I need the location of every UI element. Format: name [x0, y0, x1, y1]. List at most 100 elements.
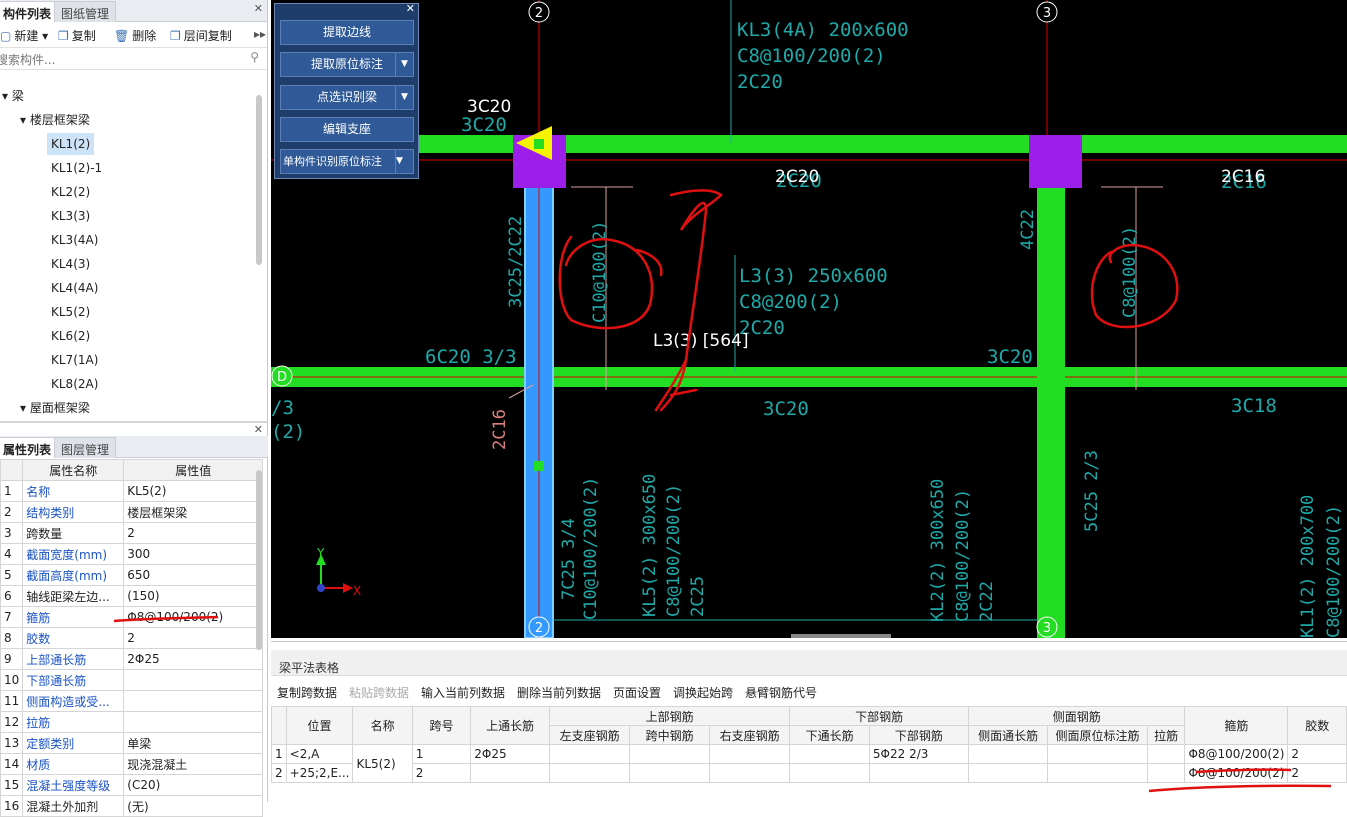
extract-inplace-button[interactable]: 提取原位标注 ▼ [280, 52, 414, 77]
property-value[interactable] [123, 690, 264, 712]
property-value[interactable]: 2Φ25 [123, 648, 264, 670]
edit-support-button[interactable]: 编辑支座 [280, 117, 414, 142]
cell-bot-bar[interactable] [868, 763, 969, 783]
tab-property-list[interactable]: 属性列表 [0, 437, 59, 458]
cell-top-left[interactable] [549, 744, 631, 764]
property-value[interactable]: 650 [123, 564, 264, 586]
canvas-splitter-handle[interactable] [791, 634, 891, 638]
tree-scrollbar[interactable] [256, 95, 262, 265]
cell-stirrup[interactable]: Φ8@100/200(2) [1184, 763, 1289, 783]
cell-legs[interactable]: 2 [1287, 763, 1347, 783]
property-row[interactable]: 4 截面宽度(mm) 300 [0, 543, 264, 565]
tree-item[interactable]: KL7(1A) [51, 349, 98, 371]
cell-position[interactable]: +25;2,E... [285, 763, 354, 783]
input-column-data-button[interactable]: 输入当前列数据 [421, 684, 505, 701]
search-box[interactable]: 搜索构件... ⚲ [0, 48, 267, 70]
cad-drawing[interactable]: 2 3 D 2 3 KL3(4A) 200x600 C8@100/200(2) … [271, 0, 1347, 638]
tree-item[interactable]: KL3(3) [51, 205, 90, 227]
cell-bot-through[interactable] [789, 744, 870, 764]
cell-side-through[interactable] [967, 763, 1049, 783]
collapse-icon[interactable]: ▾ [20, 401, 26, 415]
beam-kl2[interactable] [1037, 152, 1065, 638]
cell-tie[interactable] [1146, 763, 1186, 783]
delete-button[interactable]: 🗑 删除 [114, 27, 156, 44]
table-row[interactable]: 1 <2,A KL5(2) 1 2Φ25 5Φ22 2/3 Φ8@100/200… [271, 744, 1347, 783]
cell-top-right[interactable] [708, 744, 791, 764]
tree-item[interactable]: KL8(2A) [51, 373, 98, 395]
paste-span-data-button[interactable]: 粘贴跨数据 [349, 684, 409, 701]
extract-edge-button[interactable]: 提取边线 [280, 20, 414, 45]
property-value[interactable] [123, 669, 264, 691]
search-icon[interactable]: ⚲ [250, 50, 259, 64]
tree-item[interactable]: KL5(2) [51, 301, 90, 323]
tree-root[interactable]: ▾ 梁 [2, 85, 24, 107]
page-setup-button[interactable]: 页面设置 [613, 684, 661, 701]
floor-copy-button[interactable]: ❐ 层间复制 [170, 27, 232, 44]
property-row[interactable]: 1 名称 KL5(2) [0, 480, 264, 502]
splitter[interactable] [0, 421, 268, 423]
tab-drawing-manage[interactable]: 图纸管理 [54, 1, 117, 22]
dropdown-arrow-icon[interactable]: ▼ [395, 53, 413, 76]
property-value[interactable]: 楼层框架梁 [123, 501, 264, 523]
dropdown-arrow-icon[interactable]: ▼ [395, 150, 413, 173]
cell-span[interactable]: 1 [411, 744, 472, 764]
property-value[interactable]: KL5(2) [123, 480, 264, 502]
more-button[interactable]: ▸▸ [254, 27, 266, 41]
new-button[interactable]: ▢ 新建 ▾ [0, 27, 48, 44]
property-value[interactable]: 单梁 [123, 732, 264, 754]
property-value[interactable]: (无) [123, 795, 264, 817]
tree-item[interactable]: KL1(2) [47, 133, 95, 155]
cell-top-mid[interactable] [629, 763, 710, 783]
table-row[interactable]: 2 +25;2,E... 2 Φ8@100/200(2) 2 [271, 763, 1347, 783]
property-row[interactable]: 2 结构类别 楼层框架梁 [0, 501, 264, 523]
property-value[interactable]: 300 [123, 543, 264, 565]
delete-column-data-button[interactable]: 删除当前列数据 [517, 684, 601, 701]
property-row[interactable]: 5 截面高度(mm) 650 [0, 564, 264, 586]
property-row[interactable]: 11 侧面构造或受... [0, 690, 264, 712]
cell-side-through[interactable] [967, 744, 1049, 764]
cell-top-right[interactable] [708, 763, 791, 783]
dropdown-arrow-icon[interactable]: ▼ [395, 86, 413, 109]
beam-label-l3[interactable]: L3(3) [564] [653, 331, 748, 351]
tree-item[interactable]: KL2(2) [51, 181, 90, 203]
swap-start-span-button[interactable]: 调换起始跨 [673, 684, 733, 701]
collapse-icon[interactable]: ▾ [2, 89, 8, 103]
cell-tie[interactable] [1146, 744, 1186, 764]
tab-component-list[interactable]: 构件列表 [0, 1, 59, 22]
cell-stirrup[interactable]: Φ8@100/200(2) [1184, 744, 1289, 764]
close-icon[interactable]: ✕ [254, 423, 263, 436]
cell-side-inplace[interactable] [1047, 744, 1148, 764]
cell-legs[interactable]: 2 [1287, 744, 1347, 764]
cell-top-mid[interactable] [629, 744, 710, 764]
property-row[interactable]: 10 下部通长筋 [0, 669, 264, 691]
tree-item[interactable]: KL1(2)-1 [51, 157, 102, 179]
property-scrollbar[interactable] [256, 470, 262, 650]
cell-position[interactable]: <2,A [285, 744, 354, 764]
tree-group-floor-beam[interactable]: ▾ 楼层框架梁 [20, 109, 90, 131]
cell-top-through[interactable]: 2Φ25 [470, 744, 551, 764]
tree-group-roof-beam[interactable]: ▾ 屋面框架梁 [20, 397, 90, 419]
close-icon[interactable]: ✕ [406, 2, 415, 15]
pick-identify-beam-button[interactable]: 点选识别梁 ▼ [280, 85, 414, 110]
cell-side-inplace[interactable] [1047, 763, 1148, 783]
grip-point[interactable] [534, 139, 544, 149]
cad-canvas[interactable]: 2 3 D 2 3 KL3(4A) 200x600 C8@100/200(2) … [271, 0, 1347, 638]
tree-item[interactable]: KL6(2) [51, 325, 90, 347]
cell-top-through[interactable] [470, 763, 551, 783]
property-row[interactable]: 13 定额类别 单梁 [0, 732, 264, 754]
collapse-icon[interactable]: ▾ [20, 113, 26, 127]
property-row[interactable]: 12 拉筋 [0, 711, 264, 733]
property-row[interactable]: 6 轴线距梁左边... (150) [0, 585, 264, 607]
tree-item[interactable]: KL3(4A) [51, 229, 98, 251]
property-value[interactable]: 2 [123, 627, 264, 649]
property-value[interactable]: (C20) [123, 774, 264, 796]
property-row[interactable]: 14 材质 现浇混凝土 [0, 753, 264, 775]
property-row[interactable]: 3 跨数量 2 [0, 522, 264, 544]
search-input[interactable]: 搜索构件... [0, 51, 55, 68]
property-value[interactable]: 2 [123, 522, 264, 544]
copy-button[interactable]: ❐ 复制 [58, 27, 96, 44]
property-row[interactable]: 8 胶数 2 [0, 627, 264, 649]
property-row[interactable]: 9 上部通长筋 2Φ25 [0, 648, 264, 670]
cell-bot-bar[interactable]: 5Φ22 2/3 [868, 744, 969, 764]
close-icon[interactable]: ✕ [254, 2, 263, 15]
